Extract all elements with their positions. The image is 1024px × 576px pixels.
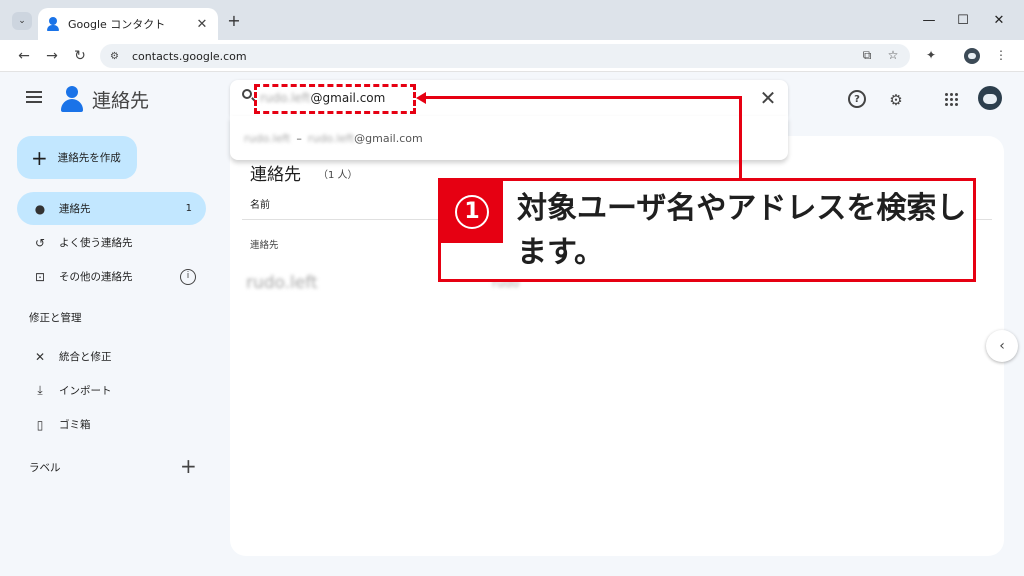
help-icon[interactable]: ? [848,90,868,110]
plus-icon: + [31,145,48,170]
contact-row-name[interactable]: rudo.left [246,273,318,293]
profile-icon[interactable] [964,48,980,64]
forward-icon[interactable]: → [42,46,62,66]
contacts-count: 1 [185,203,192,214]
suggestion-separator: – [296,132,302,145]
column-header-name[interactable]: 名前 [250,196,270,211]
menu-icon[interactable]: ⋮ [992,46,1010,64]
list-count: （1 人） [318,170,358,181]
sidebar-item-label: よく使う連絡先 [59,237,133,249]
star-icon[interactable]: ☆ [884,46,902,64]
suggestion-email-local: rudo.left [307,132,355,145]
trash-icon: ▯ [36,417,44,432]
section-fix-manage: 修正と管理 [29,312,82,324]
sidebar-item-other-contacts[interactable]: ⊡ その他の連絡先 i [17,260,206,293]
create-contact-label: 連絡先を作成 [57,152,121,164]
create-contact-button[interactable]: + 連絡先を作成 [17,136,137,179]
install-icon[interactable]: ⧉ [858,46,876,64]
main-menu-icon[interactable] [26,91,42,106]
url-text[interactable]: contacts.google.com [132,50,247,63]
sidebar-item-label: 連絡先 [59,203,91,215]
back-icon[interactable]: ← [14,46,34,66]
suggestion-item[interactable]: rudo.left – rudo.left@gmail.com [244,132,423,145]
tab-close-icon[interactable]: ✕ [194,17,210,32]
arrow-line-horizontal [424,96,742,99]
sidebar-item-label: ゴミ箱 [59,419,91,431]
suggestion-email-domain: @gmail.com [354,132,423,145]
history-icon: ↺ [34,235,46,250]
search-suggestions: rudo.left – rudo.left@gmail.com [230,116,788,160]
callout-number-badge: 1 [441,181,503,243]
search-highlight-box [254,84,416,114]
sidebar-item-trash[interactable]: ▯ ゴミ箱 [17,408,206,441]
reload-icon[interactable]: ↻ [70,46,90,66]
minimize-button[interactable]: — [914,12,944,30]
address-bar[interactable]: ⚙ contacts.google.com [100,44,910,68]
tab-strip: ⌄ Google コンタクト ✕ + — ☐ ✕ [0,0,1024,40]
tools-icon: ✕ [34,349,46,364]
tab-google-contacts[interactable]: Google コンタクト ✕ [38,8,218,40]
list-title: 連絡先 [250,165,301,185]
sidebar-item-label: 統合と修正 [59,351,112,363]
callout-number: 1 [455,195,489,229]
add-label-button[interactable]: + [180,456,197,476]
annotation-callout: 1 対象ユーザ名やアドレスを検索します。 [438,178,976,282]
settings-gear-icon[interactable]: ⚙ [886,90,906,110]
app-title: 連絡先 [92,90,150,112]
suggestion-name: rudo.left [244,132,291,145]
close-window-button[interactable]: ✕ [984,12,1014,30]
arrow-line-vertical [739,96,742,180]
contacts-app: 連絡先 rudo.left @gmail.com ✕ rudo.left – r… [0,72,1024,576]
sidebar-item-label: その他の連絡先 [59,271,133,283]
person-icon: ● [34,201,46,216]
maximize-button[interactable]: ☐ [948,12,978,30]
apps-grid-icon[interactable] [942,90,962,110]
extensions-icon[interactable]: ✦ [922,46,940,64]
contacts-logo-icon [61,86,83,112]
sidebar-item-frequent[interactable]: ↺ よく使う連絡先 [17,226,206,259]
tab-title: Google コンタクト [68,18,166,31]
site-info-icon[interactable]: ⚙ [110,51,124,62]
info-icon[interactable]: i [180,268,196,285]
sidebar-item-import[interactable]: ⤓ インポート [17,374,206,407]
tab-search-chevron-icon[interactable]: ⌄ [12,12,32,30]
group-label: 連絡先 [250,240,279,251]
section-labels: ラベル [29,462,61,474]
account-avatar[interactable] [978,86,1002,110]
callout-text: 対象ユーザ名やアドレスを検索します。 [517,191,967,270]
contacts-favicon-icon [46,17,60,31]
archive-download-icon: ⊡ [34,269,46,284]
browser-toolbar: ← → ↻ ⚙ contacts.google.com ⧉ ☆ ✦ ⋮ [0,40,1024,72]
clear-search-icon[interactable]: ✕ [758,86,778,110]
sidebar-item-label: インポート [59,385,112,397]
side-panel-toggle-icon[interactable]: ‹ [986,330,1018,362]
sidebar-item-merge-fix[interactable]: ✕ 統合と修正 [17,340,206,373]
new-tab-button[interactable]: + [226,12,242,30]
sidebar-item-contacts[interactable]: ● 連絡先 1 [17,192,206,225]
download-icon: ⤓ [37,383,43,397]
